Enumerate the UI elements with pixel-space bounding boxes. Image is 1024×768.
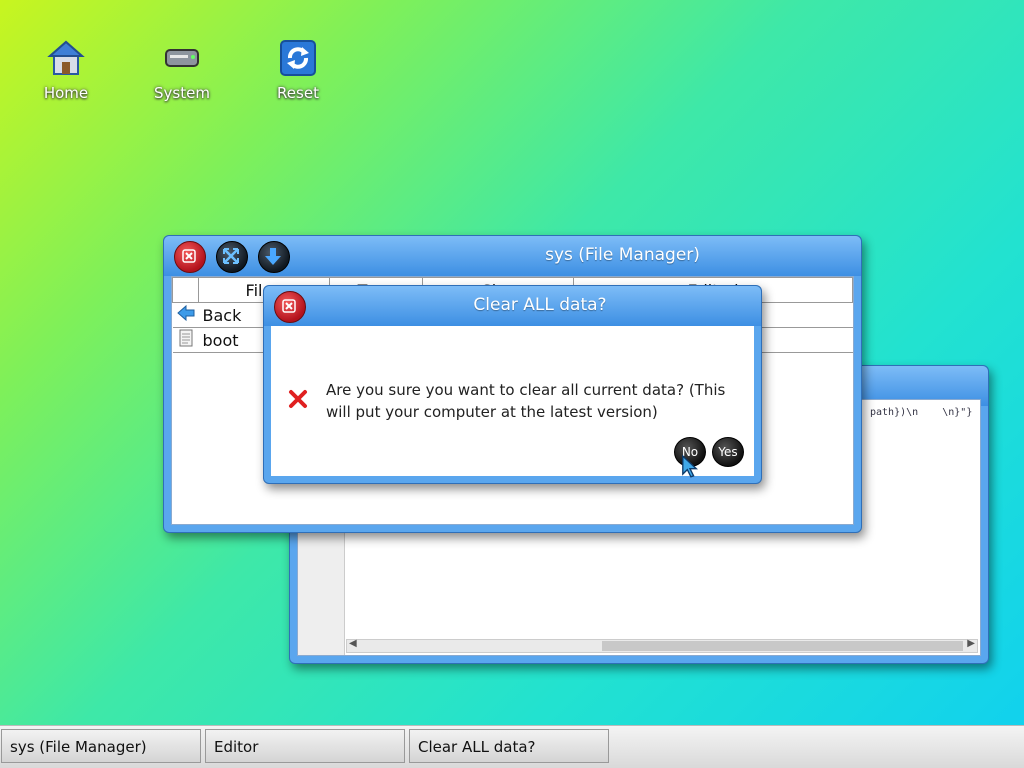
refresh-icon xyxy=(280,40,316,76)
desktop-icon-label: Reset xyxy=(277,84,319,102)
dialog-client: Are you sure you want to clear all curre… xyxy=(271,326,754,478)
confirm-dialog[interactable]: Clear ALL data? Are you sure you want to… xyxy=(263,285,762,484)
taskbar-item[interactable]: Editor xyxy=(205,729,405,763)
row-icon-cell xyxy=(172,302,199,328)
horizontal-scrollbar[interactable]: ◀ ▶ xyxy=(346,638,978,653)
scroll-left-arrow-icon[interactable]: ◀ xyxy=(349,638,357,649)
yes-button[interactable]: Yes xyxy=(712,437,744,467)
close-icon xyxy=(282,299,296,313)
desktop-icon-label: System xyxy=(154,84,210,102)
scroll-right-arrow-icon[interactable]: ▶ xyxy=(967,638,975,649)
column-header-icon[interactable] xyxy=(172,277,199,303)
dialog-message: Are you sure you want to clear all curre… xyxy=(326,381,726,421)
code-line[interactable]: path})\n \n}"} xyxy=(870,407,972,418)
arrow-down-icon xyxy=(265,248,281,265)
desktop-icon-label: Home xyxy=(43,84,89,102)
desktop-icon-reset[interactable]: Reset xyxy=(253,38,343,102)
maximize-button[interactable] xyxy=(216,241,248,273)
dialog-titlebar[interactable]: Clear ALL data? xyxy=(264,286,761,326)
row-icon-cell xyxy=(172,327,199,353)
home-icon xyxy=(47,40,85,75)
document-icon xyxy=(179,329,192,347)
dialog-close-button[interactable] xyxy=(274,291,306,323)
taskbar-item[interactable]: sys (File Manager) xyxy=(1,729,201,763)
taskbar-item[interactable]: Clear ALL data? xyxy=(409,729,609,763)
drive-icon xyxy=(165,49,199,67)
expand-icon xyxy=(223,248,239,264)
file-manager-titlebar[interactable]: sys (File Manager) xyxy=(164,236,861,276)
back-arrow-icon xyxy=(176,304,194,322)
taskbar: sys (File Manager) Editor Clear ALL data… xyxy=(0,725,1024,768)
close-button[interactable] xyxy=(174,241,206,273)
desktop-icon-home[interactable]: Home xyxy=(21,38,111,102)
minimize-button[interactable] xyxy=(258,241,290,273)
scrollbar-thumb[interactable] xyxy=(602,641,963,651)
window-title: sys (File Manager) xyxy=(545,245,700,265)
close-icon xyxy=(182,249,196,263)
error-x-icon xyxy=(289,390,307,408)
desktop-icon-system[interactable]: System xyxy=(137,38,227,102)
dialog-title: Clear ALL data? xyxy=(473,295,607,315)
mouse-cursor-icon xyxy=(682,454,699,478)
